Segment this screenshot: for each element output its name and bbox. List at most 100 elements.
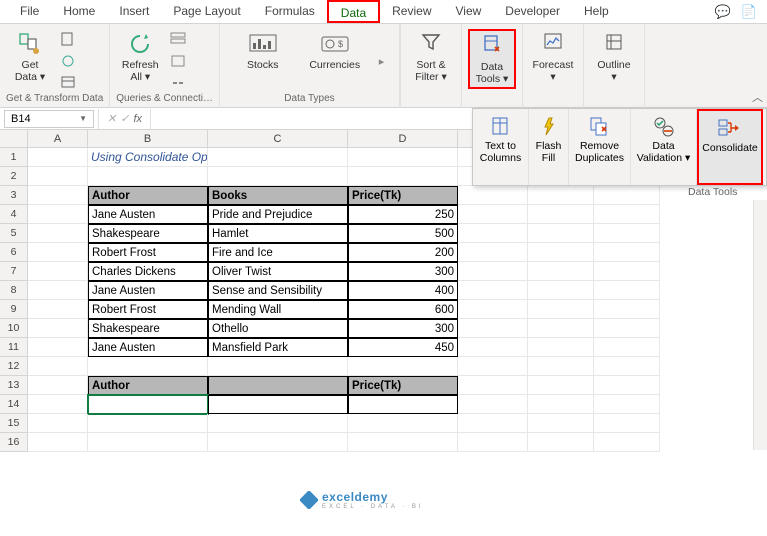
cell-E14[interactable]	[458, 395, 528, 414]
cell-B14[interactable]	[88, 395, 208, 414]
cell-E15[interactable]	[458, 414, 528, 433]
cell-D1[interactable]	[348, 148, 458, 167]
cell-C6[interactable]: Fire and Ice	[208, 243, 348, 262]
cell-E3[interactable]	[458, 186, 528, 205]
cell-B1[interactable]: Using Consolidate Option	[88, 148, 208, 167]
cell-E11[interactable]	[458, 338, 528, 357]
forecast-button[interactable]: Forecast ▾	[529, 29, 577, 85]
cell-C7[interactable]: Oliver Twist	[208, 262, 348, 281]
rowhead-8[interactable]: 8	[0, 281, 28, 300]
cell-D6[interactable]: 200	[348, 243, 458, 262]
tab-file[interactable]: File	[8, 0, 51, 23]
cell-F11[interactable]	[528, 338, 594, 357]
cell-A7[interactable]	[28, 262, 88, 281]
cell-F4[interactable]	[528, 205, 594, 224]
cell-C1[interactable]	[208, 148, 348, 167]
sort-filter-button[interactable]: Sort & Filter ▾	[407, 29, 455, 85]
cell-C5[interactable]: Hamlet	[208, 224, 348, 243]
colhead-B[interactable]: B	[88, 130, 208, 148]
cell-D16[interactable]	[348, 433, 458, 452]
cell-E4[interactable]	[458, 205, 528, 224]
rowhead-3[interactable]: 3	[0, 186, 28, 205]
cell-G3[interactable]	[594, 186, 660, 205]
cell-E9[interactable]	[458, 300, 528, 319]
cell-A12[interactable]	[28, 357, 88, 376]
cell-G14[interactable]	[594, 395, 660, 414]
tab-help[interactable]: Help	[572, 0, 621, 23]
queries-icon[interactable]	[168, 29, 188, 49]
cell-F16[interactable]	[528, 433, 594, 452]
cell-B8[interactable]: Jane Austen	[88, 281, 208, 300]
cell-A3[interactable]	[28, 186, 88, 205]
cell-F5[interactable]	[528, 224, 594, 243]
cell-G16[interactable]	[594, 433, 660, 452]
rowhead-7[interactable]: 7	[0, 262, 28, 281]
cell-A13[interactable]	[28, 376, 88, 395]
from-table-icon[interactable]	[58, 73, 78, 93]
cell-B9[interactable]: Robert Frost	[88, 300, 208, 319]
tab-insert[interactable]: Insert	[107, 0, 161, 23]
cell-C12[interactable]	[208, 357, 348, 376]
rowhead-9[interactable]: 9	[0, 300, 28, 319]
cell-C13[interactable]	[208, 376, 348, 395]
cell-E12[interactable]	[458, 357, 528, 376]
rowhead-2[interactable]: 2	[0, 167, 28, 186]
data-validation-button[interactable]: Data Validation ▾	[631, 109, 697, 185]
name-box[interactable]: B14▼	[4, 110, 94, 128]
collapse-ribbon-icon[interactable]: ︿	[752, 89, 763, 105]
stocks-button[interactable]: Stocks	[235, 29, 291, 73]
tab-formulas[interactable]: Formulas	[253, 0, 327, 23]
rowhead-4[interactable]: 4	[0, 205, 28, 224]
tab-view[interactable]: View	[444, 0, 494, 23]
cell-G12[interactable]	[594, 357, 660, 376]
share-icon[interactable]: 📄	[741, 4, 757, 20]
cell-G5[interactable]	[594, 224, 660, 243]
cell-F3[interactable]	[528, 186, 594, 205]
cell-F8[interactable]	[528, 281, 594, 300]
get-data-button[interactable]: Get Data ▾	[6, 29, 54, 85]
cell-G4[interactable]	[594, 205, 660, 224]
cell-B6[interactable]: Robert Frost	[88, 243, 208, 262]
currencies-button[interactable]: $ Currencies	[305, 29, 365, 73]
tab-page-layout[interactable]: Page Layout	[161, 0, 252, 23]
cell-B11[interactable]: Jane Austen	[88, 338, 208, 357]
cell-D15[interactable]	[348, 414, 458, 433]
cell-C10[interactable]: Othello	[208, 319, 348, 338]
tab-developer[interactable]: Developer	[493, 0, 572, 23]
cell-A14[interactable]	[28, 395, 88, 414]
cell-F7[interactable]	[528, 262, 594, 281]
rowhead-10[interactable]: 10	[0, 319, 28, 338]
cell-F9[interactable]	[528, 300, 594, 319]
cell-B3[interactable]: Author	[88, 186, 208, 205]
cell-G9[interactable]	[594, 300, 660, 319]
cell-G8[interactable]	[594, 281, 660, 300]
edit-links-icon[interactable]	[168, 73, 188, 93]
cell-E6[interactable]	[458, 243, 528, 262]
cell-B15[interactable]	[88, 414, 208, 433]
cell-G15[interactable]	[594, 414, 660, 433]
colhead-A[interactable]: A	[28, 130, 88, 148]
cell-C4[interactable]: Pride and Prejudice	[208, 205, 348, 224]
cell-G6[interactable]	[594, 243, 660, 262]
cell-B10[interactable]: Shakespeare	[88, 319, 208, 338]
flash-fill-button[interactable]: Flash Fill	[529, 109, 569, 185]
cell-A11[interactable]	[28, 338, 88, 357]
cell-G7[interactable]	[594, 262, 660, 281]
cell-C2[interactable]	[208, 167, 348, 186]
tab-home[interactable]: Home	[51, 0, 107, 23]
cell-D12[interactable]	[348, 357, 458, 376]
cell-G13[interactable]	[594, 376, 660, 395]
cell-A10[interactable]	[28, 319, 88, 338]
cell-B4[interactable]: Jane Austen	[88, 205, 208, 224]
cell-D8[interactable]: 400	[348, 281, 458, 300]
chevron-down-icon[interactable]: ▼	[79, 114, 87, 123]
colhead-D[interactable]: D	[348, 130, 458, 148]
rowhead-12[interactable]: 12	[0, 357, 28, 376]
enter-icon[interactable]: ✓	[120, 112, 129, 125]
cell-E5[interactable]	[458, 224, 528, 243]
tab-data[interactable]: Data	[327, 0, 380, 23]
cell-E10[interactable]	[458, 319, 528, 338]
cell-D9[interactable]: 600	[348, 300, 458, 319]
outline-button[interactable]: Outline ▾	[590, 29, 638, 85]
cell-C9[interactable]: Mending Wall	[208, 300, 348, 319]
